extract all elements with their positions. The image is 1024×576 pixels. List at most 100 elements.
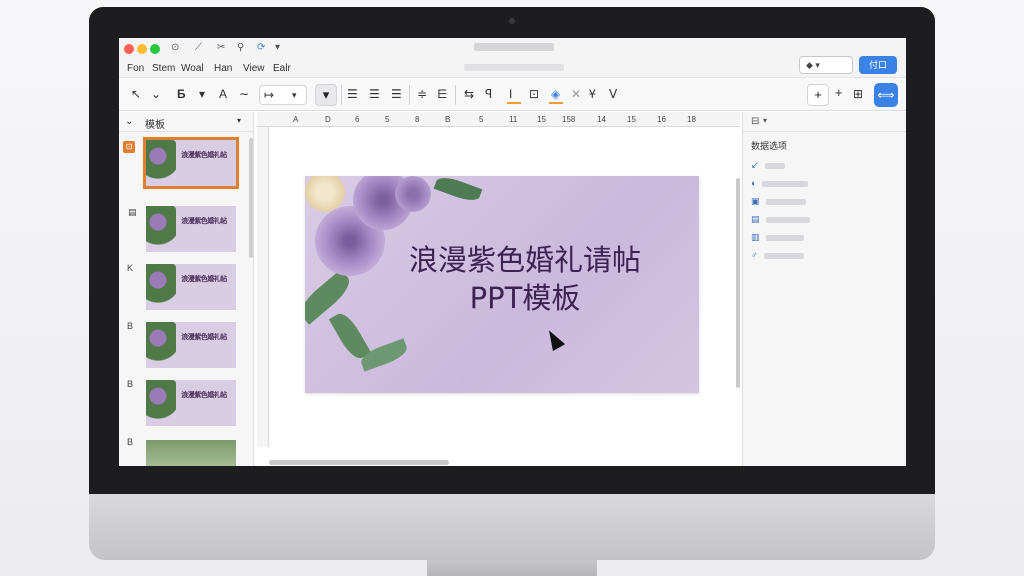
- horizontal-scrollbar[interactable]: [269, 460, 449, 465]
- add-icon[interactable]: +: [807, 84, 829, 106]
- paint-icon[interactable]: ◈: [551, 87, 560, 101]
- slide-number: ▤: [128, 207, 137, 217]
- align-right-icon[interactable]: ☰: [391, 87, 402, 101]
- horizontal-ruler: A D 6 5 8 B 5 11 15 158 14 15 16 18: [257, 112, 740, 127]
- slide-title-line2: PPT模板: [469, 281, 581, 315]
- slide-thumbnail[interactable]: 浪漫紫色婚礼帖: [146, 380, 236, 426]
- paint-indicator: [549, 102, 563, 104]
- share-button[interactable]: 付口: [859, 56, 897, 74]
- inspector-row[interactable]: ♂: [751, 250, 804, 262]
- row-label: [764, 162, 785, 169]
- cursor-icon[interactable]: ↖: [131, 87, 141, 101]
- menu-format[interactable]: Han: [214, 63, 232, 74]
- ruler-tick: 15: [537, 115, 546, 124]
- arrow-dropdown[interactable]: ↦ ▾: [259, 85, 307, 105]
- slide[interactable]: 浪漫紫色婚礼请帖 PPT模板: [305, 176, 699, 393]
- menu-insert[interactable]: Woal: [181, 63, 204, 74]
- mouse-pointer-icon: [542, 326, 566, 352]
- arrow-icon: ↙: [751, 160, 759, 170]
- separator: [409, 85, 410, 105]
- slide-thumbnail[interactable]: 浪漫紫色婚礼帖: [146, 322, 236, 368]
- rose-decoration: [395, 176, 431, 212]
- align-left-icon[interactable]: ☰: [347, 87, 358, 101]
- slide-canvas[interactable]: 浪漫紫色婚礼请帖 PPT模板: [269, 127, 831, 466]
- scene: ⊙ ⟋ ✂ ⚲ ⟳ ▾ Fon Stem Woal Han View Ealr …: [0, 0, 1024, 576]
- view-select[interactable]: ◆ ▾: [799, 56, 853, 74]
- format-icon[interactable]: ⚲: [237, 42, 244, 53]
- inspector-row[interactable]: ▣: [751, 196, 806, 208]
- slide-thumb-image: [146, 264, 176, 310]
- pen-icon[interactable]: ⟋: [195, 42, 202, 53]
- underline-indicator: [507, 102, 521, 104]
- ruler-tick: 16: [657, 115, 666, 124]
- vertical-scrollbar[interactable]: [736, 178, 740, 388]
- slide-thumb-image: [146, 380, 176, 426]
- font-color-icon[interactable]: A: [219, 87, 227, 101]
- inspector-row[interactable]: ▥: [751, 232, 804, 244]
- slide-thumbnail[interactable]: 浪漫紫色婚礼帖: [143, 137, 239, 189]
- sync-button[interactable]: ⟺: [874, 83, 898, 107]
- navigator-scrollbar[interactable]: [249, 138, 253, 258]
- ruler-tick: 8: [415, 115, 420, 124]
- bold-icon[interactable]: Ƃ: [177, 87, 186, 101]
- zoom-window-button[interactable]: [150, 44, 160, 54]
- ruler-tick: 5: [479, 115, 484, 124]
- close-window-button[interactable]: [124, 44, 134, 54]
- ruler-tick: 14: [597, 115, 606, 124]
- ruler-tick: D: [325, 115, 331, 124]
- crop-icon[interactable]: Ⅴ: [609, 87, 617, 101]
- leaf-decoration: [433, 176, 483, 205]
- menu-view[interactable]: View: [243, 63, 265, 74]
- row-label: [762, 180, 809, 187]
- paragraph-icon[interactable]: ⋿: [437, 87, 447, 101]
- undo-icon[interactable]: ⌄: [151, 87, 161, 101]
- slide-thumbnail[interactable]: [146, 440, 236, 466]
- line-spacing-icon[interactable]: ≑: [417, 87, 427, 101]
- slide-number: B: [127, 437, 134, 447]
- chevron-down-icon[interactable]: ▾: [199, 87, 205, 101]
- grid-icon: ▥: [751, 232, 760, 242]
- vertical-ruler: [257, 127, 269, 447]
- chevron-down-icon[interactable]: ▾: [275, 42, 280, 53]
- filter-icon[interactable]: ▾: [315, 84, 337, 106]
- text-frame-icon[interactable]: ⊡: [529, 87, 539, 101]
- inspector-row[interactable]: ↙: [751, 160, 785, 172]
- ruler-tick: 15: [627, 115, 636, 124]
- menu-edit[interactable]: Stem: [152, 63, 175, 74]
- text-box-icon[interactable]: ⇆: [464, 87, 474, 101]
- document-subtitle: [464, 64, 564, 71]
- sidebar-toggle-icon[interactable]: ⊙: [171, 42, 179, 53]
- strike-icon[interactable]: Ұ: [589, 87, 596, 101]
- ruler-tick: A: [293, 115, 299, 124]
- chevron-down-icon[interactable]: ▾: [763, 116, 767, 125]
- panel-toggle-icon[interactable]: ⊟: [751, 116, 759, 127]
- slide-thumbnail[interactable]: 浪漫紫色婚礼帖: [146, 264, 236, 310]
- inspector-row[interactable]: ◐: [751, 178, 809, 190]
- slide-thumbnail[interactable]: 浪漫紫色婚礼帖: [146, 206, 236, 252]
- row-label: [765, 198, 806, 205]
- chevron-down-icon[interactable]: ⌄: [125, 116, 133, 127]
- arrow-icon: ↦: [264, 88, 275, 102]
- chevron-down-icon[interactable]: ▾: [237, 116, 241, 125]
- slide-title-line1: 浪漫紫色婚礼请帖: [408, 243, 641, 277]
- menu-file[interactable]: Fon: [127, 63, 144, 74]
- slide-title[interactable]: 浪漫紫色婚礼请帖 PPT模板: [375, 241, 675, 317]
- sync-icon[interactable]: ⟳: [257, 42, 265, 53]
- scissors-icon[interactable]: ✂: [217, 42, 225, 53]
- underline-icon[interactable]: I: [509, 87, 512, 101]
- ruler-tick: 5: [385, 115, 390, 124]
- border-icon[interactable]: ꟼ: [485, 87, 492, 101]
- table-icon[interactable]: ⊞: [853, 87, 863, 101]
- row-label: [763, 252, 804, 259]
- wave-icon[interactable]: ∼: [239, 87, 249, 101]
- minimize-window-button[interactable]: [137, 44, 147, 54]
- align-center-icon[interactable]: ☰: [369, 87, 380, 101]
- inspector-row[interactable]: ▤: [751, 214, 810, 226]
- insert-icon[interactable]: +: [835, 86, 843, 100]
- menu-help[interactable]: Ealr: [273, 63, 291, 74]
- separator: [455, 85, 456, 105]
- contrast-icon: ◐: [751, 178, 757, 188]
- shape-icon[interactable]: ✕: [571, 87, 581, 101]
- row-label: [765, 216, 810, 223]
- link-icon: ♂: [751, 250, 758, 260]
